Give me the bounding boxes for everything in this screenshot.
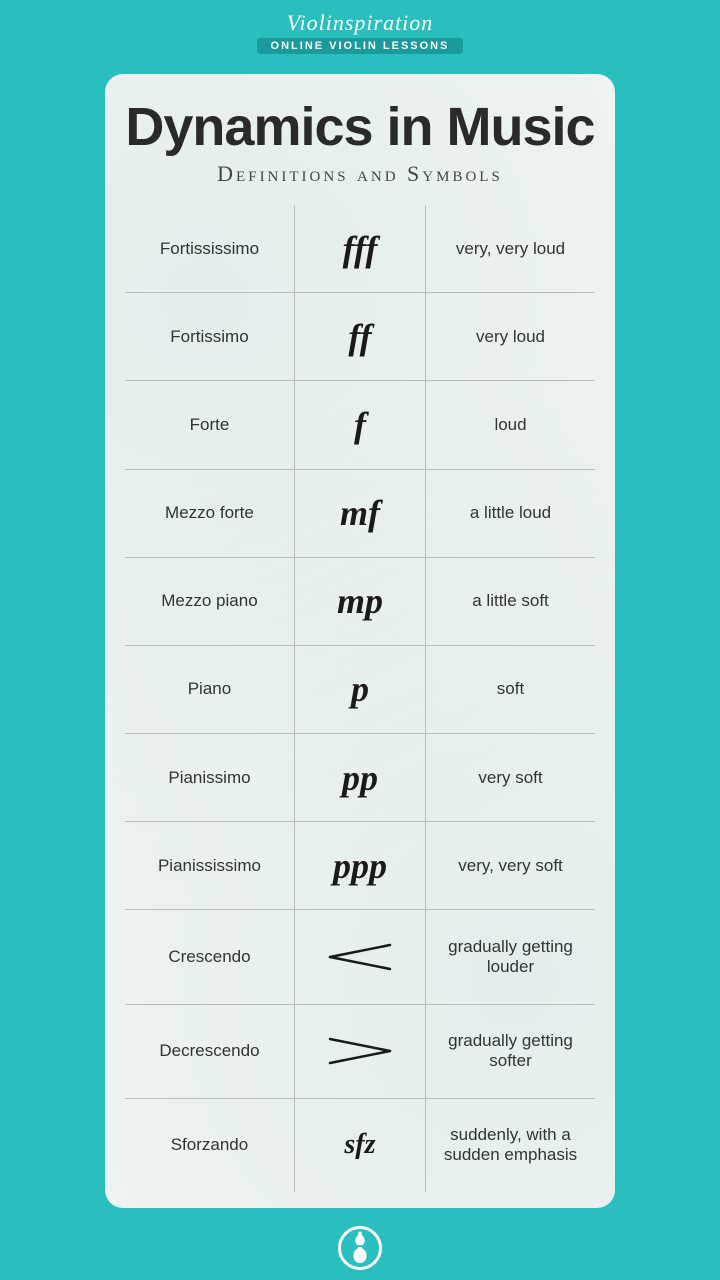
dynamic-name: Piano [125, 645, 294, 733]
dynamic-definition: very, very soft [426, 822, 595, 910]
dynamic-definition: gradually getting softer [426, 1004, 595, 1098]
table-row: Piano p soft [125, 645, 595, 733]
table-row: Mezzo piano mp a little soft [125, 557, 595, 645]
decrescendo-symbol [301, 1033, 419, 1069]
table-row: Mezzo forte mf a little loud [125, 469, 595, 557]
dynamic-symbol-cell: mf [294, 469, 425, 557]
dynamic-definition: very loud [426, 293, 595, 381]
table-row: Crescendo gradually getting louder [125, 910, 595, 1004]
dynamic-definition: a little loud [426, 469, 595, 557]
dynamic-definition: loud [426, 381, 595, 469]
dynamic-symbol-cell: mp [294, 557, 425, 645]
table-row: Forte f loud [125, 381, 595, 469]
dynamic-symbol: mf [340, 493, 380, 533]
dynamic-symbol-cell [294, 910, 425, 1004]
table-row: Sforzando sfz suddenly, with a sudden emph… [125, 1098, 595, 1192]
dynamic-name: Sforzando [125, 1098, 294, 1192]
footer [0, 1220, 720, 1280]
table-row: Pianississimo ppp very, very soft [125, 822, 595, 910]
dynamic-symbol: ff [348, 317, 371, 357]
dynamics-table: Fortississimofffvery, very loudFortissim… [125, 205, 595, 1192]
dynamic-symbol-cell [294, 1004, 425, 1098]
dynamic-symbol: ppp [333, 846, 387, 886]
dynamic-name: Mezzo forte [125, 469, 294, 557]
brand-name: Violinspiration [287, 10, 434, 36]
dynamic-symbol: f [354, 405, 366, 445]
dynamic-symbol-cell: p [294, 645, 425, 733]
dynamic-symbol: sfz [344, 1129, 375, 1160]
dynamic-symbol: p [351, 669, 369, 709]
violin-icon [338, 1226, 382, 1270]
dynamic-symbol: mp [337, 581, 383, 621]
dynamic-name: Crescendo [125, 910, 294, 1004]
dynamic-definition: soft [426, 645, 595, 733]
dynamic-name: Pianissimo [125, 733, 294, 821]
dynamic-symbol-cell: f [294, 381, 425, 469]
page-title: Dynamics in Music [125, 98, 594, 157]
dynamic-symbol: pp [342, 758, 378, 798]
dynamic-symbol-cell: sfz [294, 1098, 425, 1192]
dynamic-definition: suddenly, with a sudden emphasis [426, 1098, 595, 1192]
dynamic-symbol-cell: ff [294, 293, 425, 381]
dynamic-name: Forte [125, 381, 294, 469]
dynamic-definition: a little soft [426, 557, 595, 645]
dynamic-definition: very, very loud [426, 205, 595, 292]
dynamic-name: Decrescendo [125, 1004, 294, 1098]
dynamic-name: Pianississimo [125, 822, 294, 910]
dynamic-definition: gradually getting louder [426, 910, 595, 1004]
dynamic-symbol-cell: pp [294, 733, 425, 821]
table-row: Decrescendo gradually getting softer [125, 1004, 595, 1098]
table-row: Pianissimo pp very soft [125, 733, 595, 821]
main-card: Dynamics in Music Definitions and Symbol… [105, 74, 615, 1208]
dynamic-name: Fortississimo [125, 205, 294, 292]
dynamic-name: Mezzo piano [125, 557, 294, 645]
dynamic-name: Fortissimo [125, 293, 294, 381]
brand-subtitle: Online Violin Lessons [257, 38, 464, 54]
crescendo-symbol [301, 939, 419, 975]
page-subtitle: Definitions and Symbols [217, 161, 503, 187]
table-row: Fortississimo fff very, very loud [125, 205, 595, 292]
dynamic-symbol-cell: ppp [294, 822, 425, 910]
dynamic-symbol: fff [343, 229, 378, 269]
violin-svg [347, 1231, 373, 1265]
dynamic-definition: very soft [426, 733, 595, 821]
table-row: Fortissimo ff very loud [125, 293, 595, 381]
header: Violinspiration Online Violin Lessons [0, 0, 720, 62]
dynamic-symbol-cell: fff [294, 205, 425, 292]
